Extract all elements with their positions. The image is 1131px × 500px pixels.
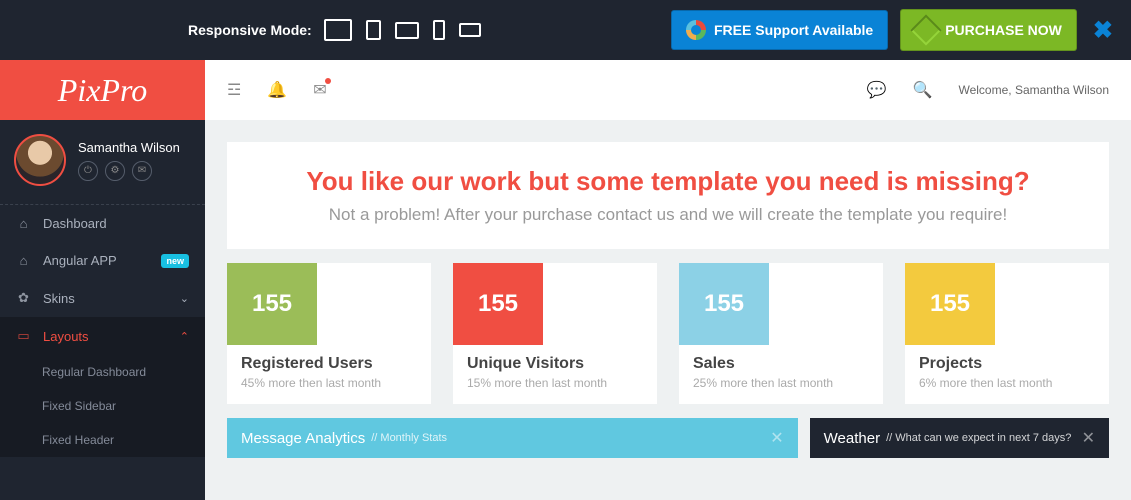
stat-sub: 25% more then last month [693, 376, 869, 390]
stat-registered-users: 155 Registered Users 45% more then last m… [227, 263, 431, 404]
stat-sub: 15% more then last month [467, 376, 643, 390]
stat-value: 155 [227, 263, 317, 345]
stat-unique-visitors: 155 Unique Visitors 15% more then last mo… [453, 263, 657, 404]
close-icon[interactable]: ✕ [1082, 428, 1095, 448]
home-icon: ⌂ [16, 253, 31, 268]
panel-title: Weather [824, 430, 880, 447]
tablet-landscape-icon[interactable] [395, 22, 419, 39]
search-icon[interactable]: 🔍 [913, 80, 933, 100]
stat-value: 155 [453, 263, 543, 345]
stat-projects: 155 Projects 6% more then last month [905, 263, 1109, 404]
purchase-button-label: PURCHASE NOW [945, 22, 1062, 38]
chevron-up-icon: ⌃ [180, 330, 189, 343]
nav-sub-regular[interactable]: Regular Dashboard [0, 355, 205, 389]
promo-banner: You like our work but some template you … [227, 142, 1109, 249]
toggle-menu-icon[interactable]: ☲ [227, 80, 241, 100]
support-button-label: FREE Support Available [714, 22, 873, 38]
chevron-down-icon: ⌄ [180, 292, 189, 305]
nav-layouts[interactable]: ▭ Layouts ⌃ [0, 317, 205, 355]
stat-sales: 155 Sales 25% more then last month [679, 263, 883, 404]
welcome-text: Welcome, Samantha Wilson [958, 83, 1109, 97]
panel-title: Message Analytics [241, 430, 365, 447]
avatar[interactable] [14, 134, 66, 186]
promo-sub: Not a problem! After your purchase conta… [247, 205, 1089, 225]
tablet-portrait-icon[interactable] [366, 20, 381, 40]
nav-label: Skins [43, 291, 75, 306]
main: ☲ 🔔 ✉ 💬 🔍 Welcome, Samantha Wilson You l… [205, 60, 1131, 500]
chat-icon[interactable]: ✉ [132, 161, 152, 181]
nav: ⌂ Dashboard ⌂ Angular APP new ✿ Skins ⌄ ▭ Layo… [0, 205, 205, 500]
comments-icon[interactable]: 💬 [867, 80, 887, 100]
header: ☲ 🔔 ✉ 💬 🔍 Welcome, Samantha Wilson [205, 60, 1131, 120]
logo[interactable]: PixPro [0, 60, 205, 120]
package-icon [911, 14, 942, 45]
gear-icon[interactable]: ⚙ [105, 161, 125, 181]
close-preview-button[interactable]: ✖ [1093, 16, 1113, 45]
stat-title: Registered Users [241, 355, 417, 373]
user-name: Samantha Wilson [78, 140, 180, 155]
notification-dot [325, 78, 331, 84]
stat-title: Projects [919, 355, 1095, 373]
sidebar: PixPro Samantha Wilson ⏻ ⚙ ✉ ⌂ Dashboard … [0, 60, 205, 500]
bell-icon[interactable]: 🔔 [267, 80, 287, 100]
nav-skins[interactable]: ✿ Skins ⌄ [0, 279, 205, 317]
purchase-button[interactable]: PURCHASE NOW [900, 9, 1077, 51]
nav-dashboard[interactable]: ⌂ Dashboard [0, 205, 205, 242]
lifebuoy-icon [686, 20, 706, 40]
nav-angular[interactable]: ⌂ Angular APP new [0, 242, 205, 279]
mail-icon[interactable]: ✉ [313, 80, 326, 100]
power-icon[interactable]: ⏻ [78, 161, 98, 181]
weather-panel: Weather // What can we expect in next 7 … [810, 418, 1109, 458]
panel-subtitle: // Monthly Stats [371, 432, 447, 444]
phone-portrait-icon[interactable] [433, 20, 445, 40]
panels-row: Message Analytics // Monthly Stats ✕ Wea… [205, 404, 1131, 458]
stat-sub: 6% more then last month [919, 376, 1095, 390]
device-icons [324, 19, 481, 41]
phone-landscape-icon[interactable] [459, 23, 481, 37]
gear-icon: ✿ [16, 290, 31, 306]
stat-title: Sales [693, 355, 869, 373]
stat-sub: 45% more then last month [241, 376, 417, 390]
responsive-mode-label: Responsive Mode: [188, 22, 312, 38]
preview-topbar: Responsive Mode: FREE Support Available … [0, 0, 1131, 60]
nav-label: Angular APP [43, 253, 117, 268]
nav-sub-fixed-header[interactable]: Fixed Header [0, 423, 205, 457]
nav-label: Dashboard [43, 216, 107, 231]
panel-subtitle: // What can we expect in next 7 days? [886, 432, 1071, 444]
promo-title: You like our work but some template you … [247, 166, 1089, 197]
stat-value: 155 [905, 263, 995, 345]
user-panel: Samantha Wilson ⏻ ⚙ ✉ [0, 120, 205, 205]
layout-icon: ▭ [16, 328, 31, 344]
close-icon[interactable]: ✕ [770, 428, 783, 448]
stat-title: Unique Visitors [467, 355, 643, 373]
desktop-icon[interactable] [324, 19, 352, 41]
support-button[interactable]: FREE Support Available [671, 10, 888, 50]
message-analytics-panel: Message Analytics // Monthly Stats ✕ [227, 418, 798, 458]
nav-label: Layouts [43, 329, 89, 344]
new-badge: new [161, 254, 189, 268]
stats-row: 155 Registered Users 45% more then last m… [205, 263, 1131, 404]
stat-value: 155 [679, 263, 769, 345]
home-icon: ⌂ [16, 216, 31, 231]
nav-sub-fixed-sidebar[interactable]: Fixed Sidebar [0, 389, 205, 423]
